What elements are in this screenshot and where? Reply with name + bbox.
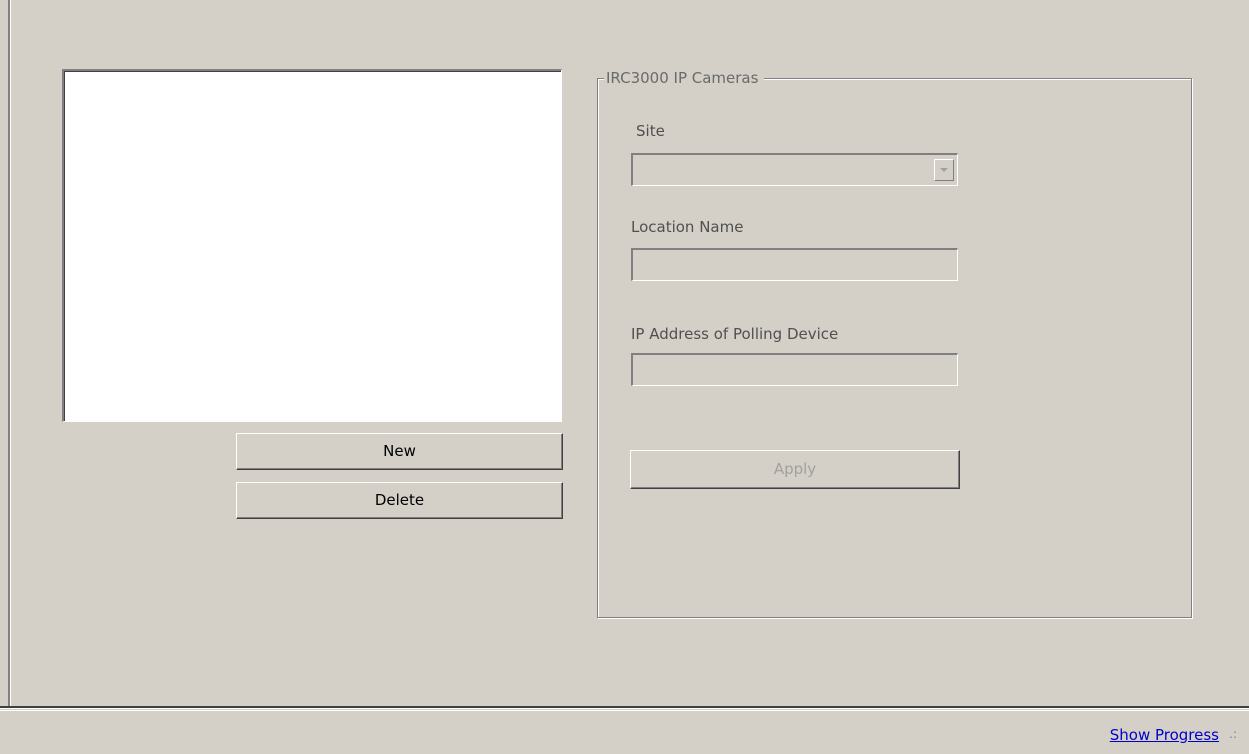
groupbox-title: IRC3000 IP Cameras	[604, 69, 765, 87]
apply-button[interactable]: Apply	[630, 450, 960, 489]
resize-grip-icon[interactable]: .:	[1229, 726, 1243, 742]
location-name-field[interactable]	[631, 248, 958, 281]
window-left-border	[8, 0, 11, 708]
chevron-down-icon[interactable]	[934, 159, 954, 181]
ip-address-label: IP Address of Polling Device	[631, 325, 839, 343]
ip-address-field[interactable]	[631, 353, 958, 386]
main-window: New Delete IRC3000 IP Cameras Site Locat…	[0, 0, 1249, 754]
show-progress-link[interactable]: Show Progress	[1110, 726, 1219, 744]
status-bar	[0, 706, 1249, 754]
delete-button[interactable]: Delete	[236, 482, 563, 519]
new-button[interactable]: New	[236, 433, 563, 470]
site-combobox[interactable]	[631, 153, 958, 186]
location-name-label: Location Name	[631, 218, 744, 236]
status-bar-divider	[0, 710, 1249, 711]
site-label: Site	[636, 122, 665, 140]
camera-listbox[interactable]	[62, 69, 562, 422]
